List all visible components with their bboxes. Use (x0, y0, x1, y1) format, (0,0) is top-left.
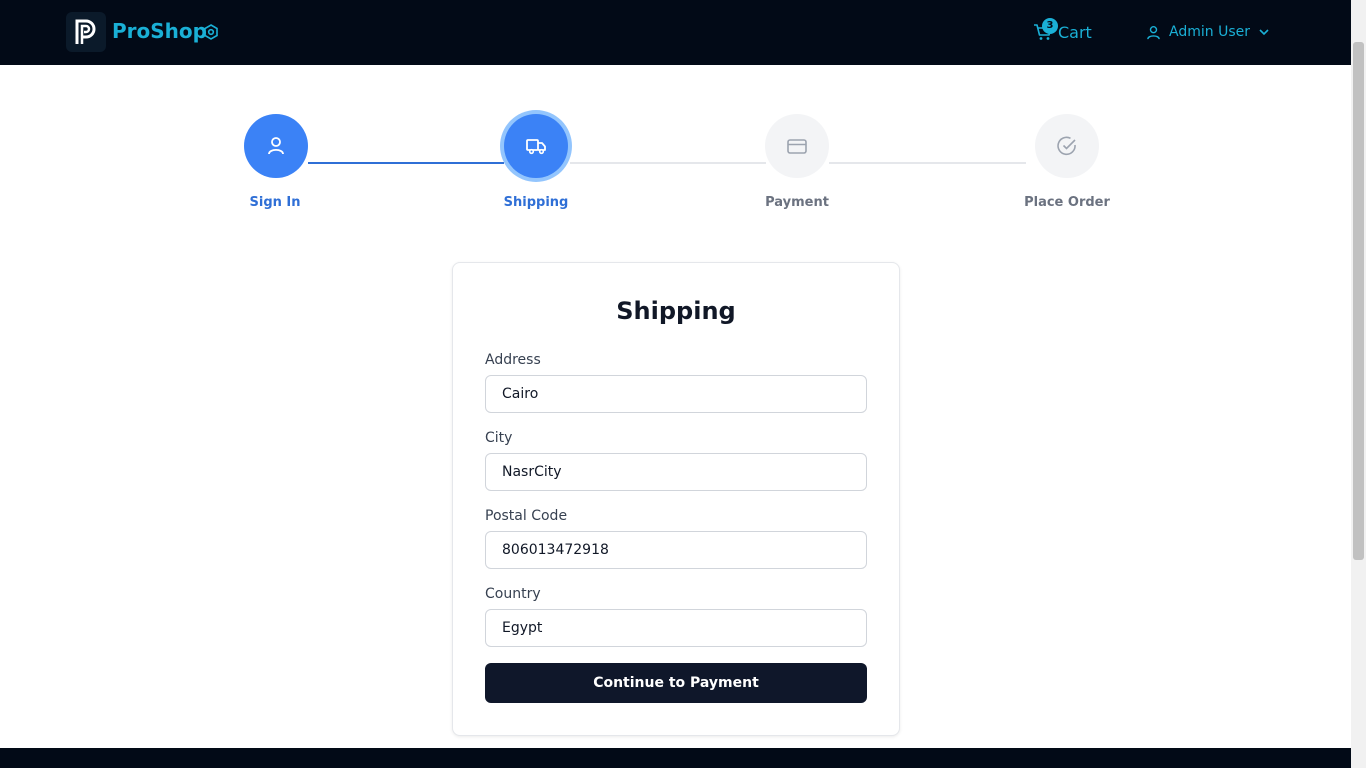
top-navbar: ProShop 3 Cart Admin User (0, 0, 1351, 65)
check-circle-icon (1057, 136, 1076, 156)
step-label-sign-in[interactable]: Sign In (205, 195, 345, 210)
scrollbar-thumb[interactable] (1353, 42, 1364, 560)
settings-icon[interactable] (203, 24, 219, 40)
credit-card-icon (787, 139, 807, 154)
country-input[interactable] (485, 609, 867, 647)
step-sign-in[interactable] (244, 114, 308, 178)
postal-code-input[interactable] (485, 531, 867, 569)
step-connector-2 (570, 162, 766, 164)
shipping-form-card: Shipping Address City Postal Code Countr… (452, 262, 900, 736)
logo[interactable] (66, 12, 106, 52)
city-label: City (485, 430, 513, 446)
page: ProShop 3 Cart Admin User Sign In Shippi… (0, 0, 1366, 768)
step-label-shipping[interactable]: Shipping (466, 195, 606, 210)
step-label-place-order[interactable]: Place Order (997, 195, 1137, 210)
brand-name[interactable]: ProShop (112, 19, 207, 43)
user-icon (1147, 25, 1160, 39)
logo-p-icon (75, 19, 96, 44)
postal-code-label: Postal Code (485, 508, 568, 524)
address-input[interactable] (485, 375, 867, 413)
step-place-order[interactable] (1035, 114, 1099, 178)
user-name: Admin User (1169, 24, 1250, 40)
cart-label: Cart (1058, 22, 1092, 42)
cart-count-badge: 3 (1042, 18, 1058, 34)
step-label-payment[interactable]: Payment (727, 195, 867, 210)
step-connector-3 (829, 162, 1026, 164)
step-connector-1 (308, 162, 504, 164)
step-payment[interactable] (765, 114, 829, 178)
user-menu[interactable]: Admin User (1146, 20, 1270, 44)
truck-icon (526, 139, 546, 155)
user-icon (268, 137, 284, 155)
city-input[interactable] (485, 453, 867, 491)
continue-to-payment-button[interactable]: Continue to Payment (485, 663, 867, 703)
form-title: Shipping (616, 297, 736, 325)
cart-link[interactable]: 3 Cart (1033, 18, 1092, 46)
step-shipping[interactable] (504, 114, 568, 178)
footer (0, 748, 1351, 768)
address-label: Address (485, 352, 541, 368)
chevron-down-icon (1259, 29, 1269, 36)
country-label: Country (485, 586, 541, 602)
